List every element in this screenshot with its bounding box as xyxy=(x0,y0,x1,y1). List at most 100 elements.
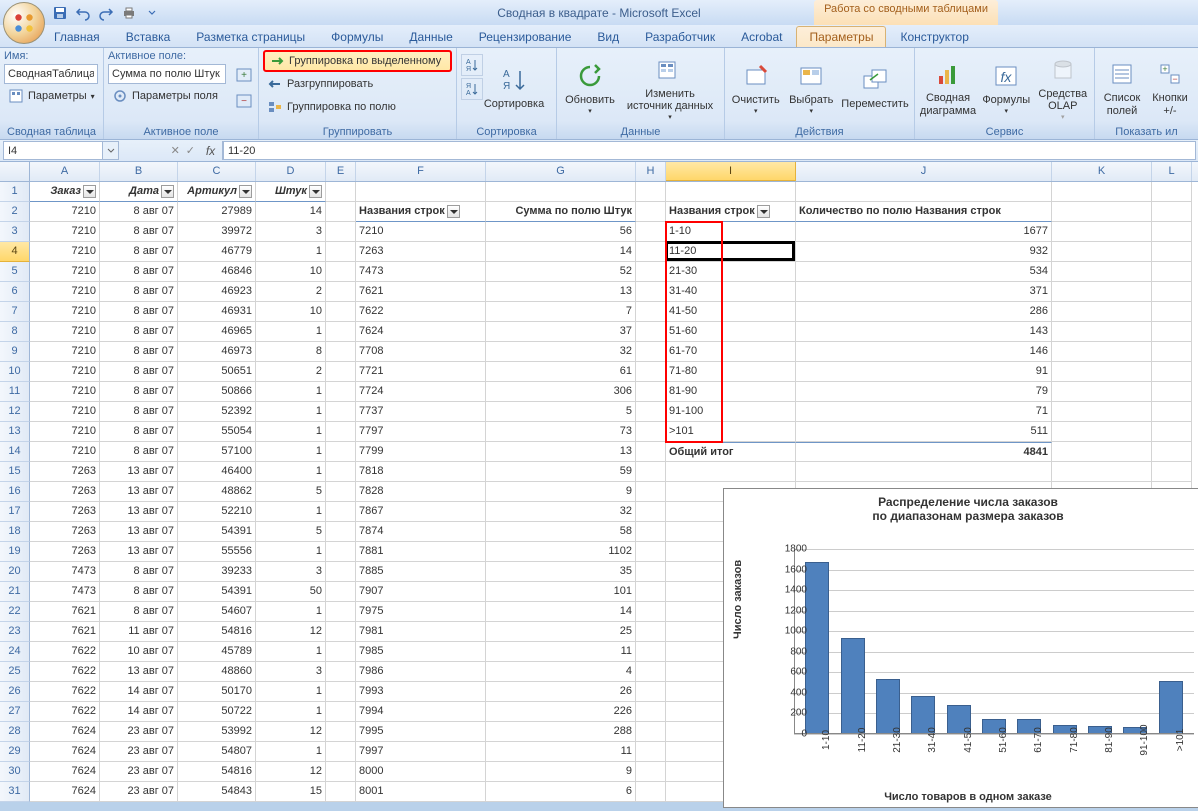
cell[interactable]: 1 xyxy=(256,702,326,722)
pivot-chart-button[interactable]: Сводная диаграмма xyxy=(919,50,977,125)
cell[interactable] xyxy=(326,562,356,582)
cell[interactable]: 286 xyxy=(796,302,1052,322)
cell[interactable] xyxy=(636,642,666,662)
cell[interactable] xyxy=(636,222,666,242)
row-header[interactable]: 11 xyxy=(0,382,30,402)
cell[interactable]: 3 xyxy=(256,222,326,242)
field-list-button[interactable]: Список полей xyxy=(1099,50,1145,125)
tab-вставка[interactable]: Вставка xyxy=(114,27,183,47)
cell[interactable]: 5 xyxy=(486,402,636,422)
cell[interactable]: 13 авг 07 xyxy=(100,522,178,542)
cell[interactable] xyxy=(1152,242,1192,262)
cell[interactable]: 7210 xyxy=(30,402,100,422)
cell[interactable] xyxy=(326,182,356,202)
col-header[interactable]: F xyxy=(356,162,486,181)
cell[interactable] xyxy=(636,662,666,682)
cell[interactable]: 7210 xyxy=(30,382,100,402)
change-source-button[interactable]: Изменить источник данных▾ xyxy=(621,50,719,125)
cell[interactable] xyxy=(326,362,356,382)
cell[interactable]: 8 xyxy=(256,342,326,362)
ungroup-button[interactable]: Разгруппировать xyxy=(263,73,452,95)
cell[interactable]: 55556 xyxy=(178,542,256,562)
qat-dropdown-icon[interactable] xyxy=(142,3,162,23)
cell[interactable]: 79 xyxy=(796,382,1052,402)
cell[interactable] xyxy=(636,782,666,802)
cell[interactable] xyxy=(636,262,666,282)
cell[interactable]: 7622 xyxy=(356,302,486,322)
col-header[interactable]: J xyxy=(796,162,1052,181)
cell[interactable]: 1 xyxy=(256,442,326,462)
cell[interactable]: 8 авг 07 xyxy=(100,602,178,622)
cell[interactable]: 10 xyxy=(256,302,326,322)
cell[interactable]: 7818 xyxy=(356,462,486,482)
cell[interactable]: 932 xyxy=(796,242,1052,262)
cell[interactable] xyxy=(326,302,356,322)
cell[interactable]: 7797 xyxy=(356,422,486,442)
cell[interactable]: Дата xyxy=(100,182,178,202)
cell[interactable]: 46779 xyxy=(178,242,256,262)
tab-главная[interactable]: Главная xyxy=(42,27,112,47)
cell[interactable]: 5 xyxy=(256,482,326,502)
cell[interactable]: 13 авг 07 xyxy=(100,542,178,562)
cell[interactable]: 8 авг 07 xyxy=(100,582,178,602)
print-icon[interactable] xyxy=(119,3,139,23)
cell[interactable]: 7210 xyxy=(356,222,486,242)
cell[interactable] xyxy=(1152,322,1192,342)
collapse-field-icon[interactable]: − xyxy=(234,90,254,112)
cell[interactable]: 13 xyxy=(486,282,636,302)
cell[interactable] xyxy=(636,462,666,482)
group-by-selection-button[interactable]: Группировка по выделенному xyxy=(263,50,452,72)
cell[interactable]: 54607 xyxy=(178,602,256,622)
cell[interactable]: 50651 xyxy=(178,362,256,382)
cell[interactable]: 50866 xyxy=(178,382,256,402)
cell[interactable]: 7263 xyxy=(356,242,486,262)
cell[interactable] xyxy=(1152,342,1192,362)
cell[interactable] xyxy=(636,202,666,222)
cell[interactable]: 12 xyxy=(256,722,326,742)
group-by-field-button[interactable]: Группировка по полю xyxy=(263,96,452,118)
row-header[interactable]: 9 xyxy=(0,342,30,362)
cell[interactable] xyxy=(326,742,356,762)
cell[interactable]: 7874 xyxy=(356,522,486,542)
cell[interactable]: 46931 xyxy=(178,302,256,322)
cell[interactable] xyxy=(636,322,666,342)
row-header[interactable]: 10 xyxy=(0,362,30,382)
row-header[interactable]: 6 xyxy=(0,282,30,302)
filter-dropdown-icon[interactable] xyxy=(447,205,460,218)
col-header[interactable]: G xyxy=(486,162,636,181)
cell[interactable]: 8 авг 07 xyxy=(100,202,178,222)
row-header[interactable]: 30 xyxy=(0,762,30,782)
col-header[interactable]: E xyxy=(326,162,356,181)
cell[interactable] xyxy=(1052,462,1152,482)
col-header[interactable]: I xyxy=(666,162,796,181)
cell[interactable] xyxy=(636,442,666,462)
save-icon[interactable] xyxy=(50,3,70,23)
filter-dropdown-icon[interactable] xyxy=(161,185,174,198)
cell[interactable]: 12 xyxy=(256,622,326,642)
cell[interactable]: 7210 xyxy=(30,362,100,382)
cell[interactable]: 11-20 xyxy=(666,242,796,262)
cell[interactable]: 7210 xyxy=(30,322,100,342)
cell[interactable]: 31-40 xyxy=(666,282,796,302)
cell[interactable]: 7622 xyxy=(30,682,100,702)
cell[interactable]: 7 xyxy=(486,302,636,322)
cell[interactable] xyxy=(636,742,666,762)
cell[interactable] xyxy=(326,222,356,242)
col-header[interactable]: H xyxy=(636,162,666,181)
cell[interactable] xyxy=(1152,442,1192,462)
cell[interactable]: 37 xyxy=(486,322,636,342)
cell[interactable]: 7621 xyxy=(356,282,486,302)
row-header[interactable]: 5 xyxy=(0,262,30,282)
cell[interactable]: 61-70 xyxy=(666,342,796,362)
cell[interactable]: 14 xyxy=(256,202,326,222)
chart-bar[interactable] xyxy=(805,562,829,734)
cell[interactable]: 8000 xyxy=(356,762,486,782)
cell[interactable]: 8 авг 07 xyxy=(100,222,178,242)
cell[interactable]: 7867 xyxy=(356,502,486,522)
cell[interactable]: 50170 xyxy=(178,682,256,702)
row-header[interactable]: 16 xyxy=(0,482,30,502)
cell[interactable]: 4 xyxy=(486,662,636,682)
cell[interactable] xyxy=(326,522,356,542)
cell[interactable] xyxy=(1152,362,1192,382)
cell[interactable]: 46923 xyxy=(178,282,256,302)
